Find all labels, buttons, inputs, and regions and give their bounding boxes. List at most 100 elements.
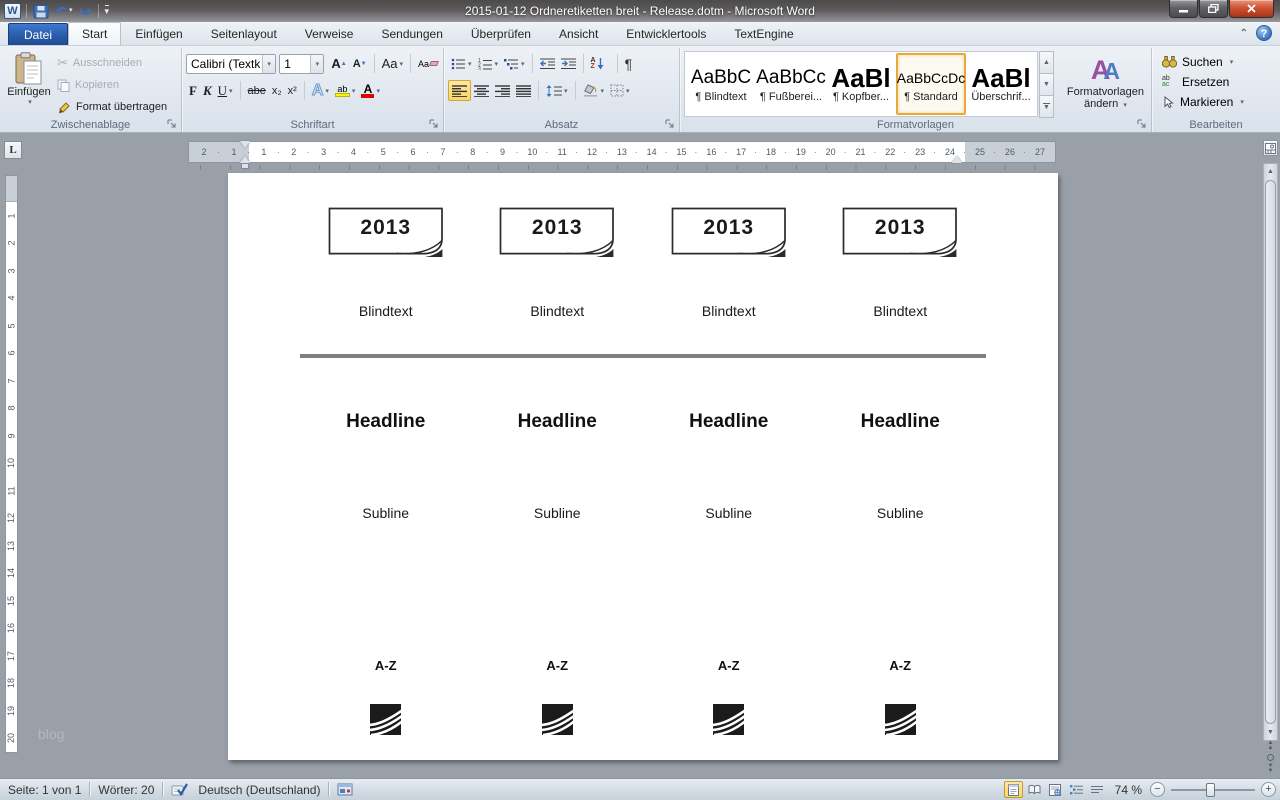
italic-button[interactable]: K: [200, 80, 215, 101]
scrollbar-thumb[interactable]: [1265, 180, 1276, 724]
zoom-out-button[interactable]: −: [1150, 782, 1165, 797]
gallery-more-icon[interactable]: ▼: [1039, 95, 1054, 118]
save-button[interactable]: [32, 2, 50, 20]
scroll-up-icon[interactable]: ▲: [1264, 164, 1277, 179]
highlight-button[interactable]: ab ▾: [332, 80, 359, 101]
multilevel-list-button[interactable]: ▾: [501, 53, 528, 74]
tab-stop-selector[interactable]: L: [4, 141, 22, 159]
hanging-indent-marker[interactable]: [240, 156, 250, 163]
first-line-indent-marker[interactable]: [240, 141, 250, 148]
align-right-button[interactable]: [492, 80, 513, 101]
justify-button[interactable]: [513, 80, 534, 101]
gallery-up-icon[interactable]: ▲: [1039, 51, 1054, 74]
close-button[interactable]: [1229, 0, 1274, 18]
align-left-button[interactable]: [448, 80, 471, 101]
dialog-launcher-icon[interactable]: [665, 119, 675, 129]
numbering-button[interactable]: 123▾: [475, 53, 502, 74]
decrease-indent-button[interactable]: [537, 53, 558, 74]
style-card[interactable]: AaBbC ¶ Blindtext: [686, 53, 756, 115]
superscript-button[interactable]: x²: [285, 80, 300, 101]
font-name-combo[interactable]: Calibri (Textk ▾: [186, 54, 276, 74]
paste-button[interactable]: Einfügen ▾: [4, 50, 54, 117]
dialog-launcher-icon[interactable]: [167, 119, 177, 129]
undo-dropdown[interactable]: ▾: [69, 8, 73, 14]
show-paragraph-marks-button[interactable]: ¶: [622, 53, 636, 74]
fullscreen-reading-view-button[interactable]: [1025, 781, 1044, 798]
shrink-font-button[interactable]: A▼: [350, 53, 370, 74]
shading-button[interactable]: ▾: [580, 80, 608, 101]
subscript-button[interactable]: x₂: [269, 80, 285, 101]
ribbon-tab[interactable]: Start: [68, 22, 121, 45]
restore-button[interactable]: [1199, 0, 1228, 18]
print-layout-view-button[interactable]: [1004, 781, 1023, 798]
undo-button[interactable]: ▾: [53, 2, 74, 20]
draft-view-button[interactable]: [1088, 781, 1107, 798]
ribbon-tab[interactable]: Sendungen: [367, 22, 456, 45]
ribbon-tab[interactable]: Einfügen: [121, 22, 196, 45]
change-case-button[interactable]: Aa▾: [379, 53, 406, 74]
minimize-ribbon-icon[interactable]: ⌃: [1240, 28, 1248, 39]
line-spacing-button[interactable]: ▾: [543, 80, 571, 101]
strikethrough-button[interactable]: abe: [245, 80, 269, 101]
cut-button[interactable]: ✂ Ausschneiden: [54, 53, 170, 73]
scroll-down-icon[interactable]: ▼: [1264, 725, 1277, 740]
next-page-icon[interactable]: ▼▼: [1268, 764, 1274, 774]
select-button[interactable]: Markieren▾: [1162, 92, 1280, 112]
web-layout-view-button[interactable]: [1046, 781, 1065, 798]
font-size-dropdown-icon[interactable]: ▾: [310, 55, 323, 73]
bullets-button[interactable]: ▾: [448, 53, 475, 74]
align-center-button[interactable]: [471, 80, 492, 101]
change-styles-button[interactable]: AA Formatvorlagen ändern ▾: [1062, 51, 1149, 117]
vertical-scrollbar[interactable]: ▲ ▼: [1263, 163, 1278, 741]
tab-datei[interactable]: Datei: [8, 23, 68, 45]
gallery-down-icon[interactable]: ▼: [1039, 73, 1054, 96]
ribbon-tab[interactable]: Entwicklertools: [612, 22, 720, 45]
text-effects-button[interactable]: A▾: [309, 80, 332, 101]
language-indicator[interactable]: Deutsch (Deutschland): [196, 779, 328, 800]
customize-qat-button[interactable]: ▾: [104, 2, 111, 20]
ribbon-tab[interactable]: Ansicht: [545, 22, 612, 45]
ruler-toggle-button[interactable]: [1263, 140, 1278, 156]
proofing-status[interactable]: [163, 779, 196, 800]
zoom-level[interactable]: 74 %: [1109, 779, 1148, 800]
style-card[interactable]: AaBbCcDc ¶ Standard: [896, 53, 966, 115]
ribbon-tab[interactable]: Seitenlayout: [197, 22, 291, 45]
previous-page-icon[interactable]: ▲▲: [1268, 741, 1274, 751]
font-name-dropdown-icon[interactable]: ▾: [262, 55, 275, 73]
zoom-slider-handle[interactable]: [1206, 783, 1215, 797]
macro-record-button[interactable]: [329, 779, 361, 800]
increase-indent-button[interactable]: [558, 53, 579, 74]
borders-button[interactable]: ▾: [607, 80, 633, 101]
font-size-combo[interactable]: 1 ▾: [279, 54, 324, 74]
page-indicator[interactable]: Seite: 1 von 1: [0, 779, 89, 800]
style-card[interactable]: AaBl Überschrif...: [966, 53, 1036, 115]
dialog-launcher-icon[interactable]: [1137, 119, 1147, 129]
right-indent-marker[interactable]: [952, 156, 962, 163]
clear-formatting-button[interactable]: Aa: [415, 53, 441, 74]
select-browse-object-icon[interactable]: [1267, 754, 1274, 761]
ribbon-tab[interactable]: TextEngine: [720, 22, 807, 45]
word-count[interactable]: Wörter: 20: [90, 779, 162, 800]
document-page[interactable]: 2013 Blindtext Headline Subline A-Z: [228, 173, 1058, 760]
grow-font-button[interactable]: A▲: [328, 53, 349, 74]
zoom-in-button[interactable]: +: [1261, 782, 1276, 797]
dialog-launcher-icon[interactable]: [429, 119, 439, 129]
style-card[interactable]: AaBl ¶ Kopfber...: [826, 53, 896, 115]
sort-button[interactable]: AZ: [588, 53, 607, 74]
zoom-slider-track[interactable]: [1171, 789, 1255, 791]
find-button[interactable]: Suchen▾: [1162, 52, 1280, 72]
underline-button[interactable]: U▾: [215, 80, 236, 101]
style-card[interactable]: AaBbCc ¶ Fußberei...: [756, 53, 826, 115]
ribbon-tab[interactable]: Verweise: [291, 22, 368, 45]
minimize-button[interactable]: [1169, 0, 1198, 18]
format-painter-button[interactable]: Format übertragen: [54, 97, 170, 117]
help-icon[interactable]: ?: [1256, 25, 1272, 41]
word-app-icon[interactable]: W: [4, 3, 21, 19]
outline-view-button[interactable]: [1067, 781, 1086, 798]
replace-button[interactable]: abac Ersetzen: [1162, 72, 1280, 92]
redo-button[interactable]: [77, 2, 93, 20]
copy-button[interactable]: Kopieren: [54, 75, 170, 95]
bold-button[interactable]: F: [186, 80, 200, 101]
font-color-button[interactable]: A ▾: [358, 80, 383, 101]
left-indent-marker[interactable]: [241, 163, 249, 169]
